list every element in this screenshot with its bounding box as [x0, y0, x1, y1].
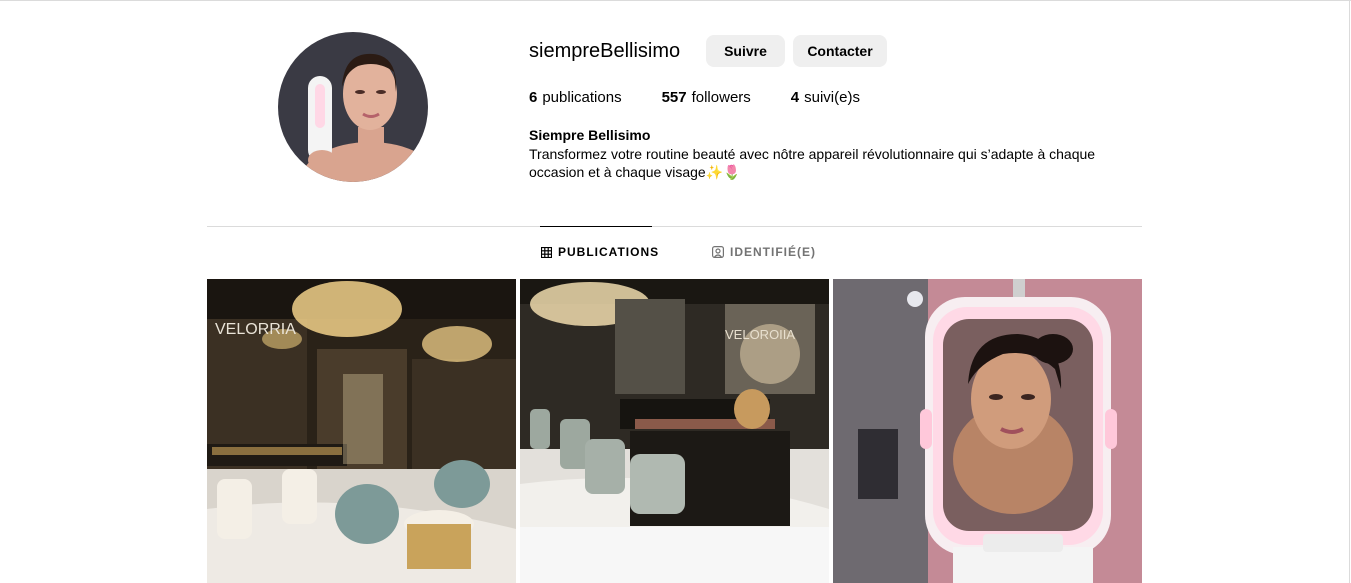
salon-sign: VELOROIIA	[725, 327, 795, 342]
post-thumbnail[interactable]: VELORRIA	[207, 279, 516, 583]
following-label: suivi(e)s	[804, 89, 860, 106]
following-stat[interactable]: 4 suivi(e)s	[791, 89, 860, 106]
following-count: 4	[790, 89, 800, 106]
follow-button[interactable]: Suivre	[706, 35, 785, 67]
post-thumbnail[interactable]: VELOROIIA	[520, 279, 829, 583]
profile-bio: Transformez votre routine beauté avec nô…	[529, 146, 1096, 180]
followers-label: followers	[691, 89, 751, 106]
profile-username: siempreBellisimo	[529, 40, 681, 62]
profile-display-name: Siempre Bellisimo	[529, 127, 651, 143]
post-thumbnail[interactable]	[833, 279, 1142, 583]
grid-icon	[541, 246, 552, 258]
tab-publications[interactable]: PUBLICATIONS	[541, 245, 659, 259]
contact-button[interactable]: Contacter	[793, 35, 887, 67]
active-tab-indicator	[540, 226, 652, 227]
publications-count: 6	[529, 89, 538, 106]
followers-count: 557	[661, 89, 687, 106]
tagged-person-icon	[712, 246, 724, 258]
store-sign: VELORRIA	[215, 321, 296, 338]
tab-tagged[interactable]: IDENTIFIÉ(E)	[712, 245, 816, 259]
right-scroll-edge	[1349, 0, 1350, 583]
tab-tagged-label: IDENTIFIÉ(E)	[730, 245, 816, 259]
publications-stat: 6 publications	[529, 89, 622, 106]
top-border	[0, 0, 1351, 1]
tabs-divider	[207, 226, 1142, 227]
tab-publications-label: PUBLICATIONS	[558, 245, 660, 259]
followers-stat[interactable]: 557 followers	[662, 89, 751, 106]
publications-label: publications	[542, 89, 622, 106]
profile-avatar[interactable]	[278, 32, 428, 182]
profile-stats: 6 publications 557 followers 4 suivi(e)s	[529, 89, 900, 106]
